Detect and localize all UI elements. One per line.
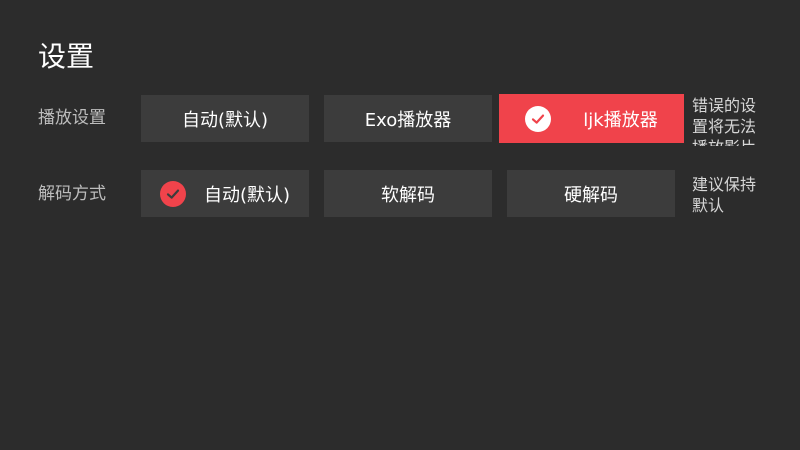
decode-option-hardware-label: 硬解码 bbox=[564, 184, 618, 206]
decode-mode-hint: 建议保持默认 bbox=[692, 175, 757, 215]
check-circle-icon bbox=[525, 105, 552, 132]
player-option-exo-label: Exo播放器 bbox=[364, 109, 452, 131]
player-option-ijk-label: ljk播放器 bbox=[583, 109, 658, 131]
player-option-ijk[interactable]: ljk播放器 bbox=[499, 94, 684, 143]
page-title: 设置 bbox=[38, 40, 95, 73]
player-setting-label: 播放设置 bbox=[38, 108, 106, 128]
decode-option-auto-label: 自动(默认) bbox=[203, 184, 291, 206]
player-setting-hint: 错误的设置将无法播放影片 bbox=[692, 96, 757, 146]
player-option-auto[interactable]: 自动(默认) bbox=[141, 95, 309, 142]
decode-option-software[interactable]: 软解码 bbox=[324, 170, 492, 217]
check-circle-icon bbox=[159, 180, 186, 207]
player-option-exo[interactable]: Exo播放器 bbox=[324, 95, 492, 142]
decode-option-auto[interactable]: 自动(默认) bbox=[141, 170, 309, 217]
decode-option-hardware[interactable]: 硬解码 bbox=[507, 170, 675, 217]
decode-mode-label: 解码方式 bbox=[38, 184, 106, 204]
player-option-auto-label: 自动(默认) bbox=[181, 109, 269, 131]
decode-option-software-label: 软解码 bbox=[381, 184, 435, 206]
